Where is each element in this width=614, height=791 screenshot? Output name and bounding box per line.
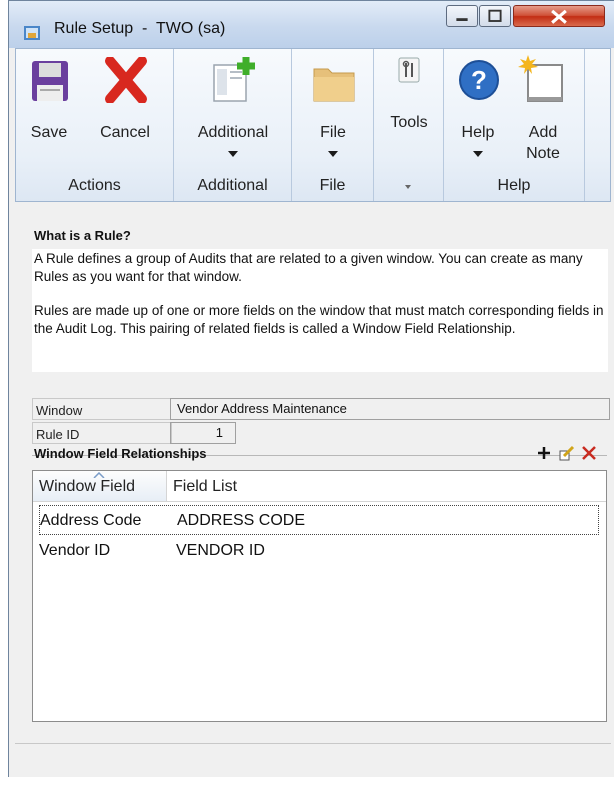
tools-label: Tools [390, 114, 428, 131]
save-button[interactable]: Save [16, 49, 82, 169]
rule-setup-window: Rule Setup - TWO (sa) Save Cancel Action… [8, 0, 614, 777]
add-note-button[interactable]: Add Note [508, 49, 578, 174]
additional-button[interactable]: Additional [174, 49, 292, 169]
ribbon-group-additional: Additional Additional [174, 49, 292, 201]
maximize-icon [488, 9, 502, 22]
cancel-label: Cancel [100, 124, 150, 141]
ribbon-group-file: File File [292, 49, 374, 201]
rule-id-label-box [32, 422, 172, 444]
additional-dropdown-arrow [228, 151, 238, 157]
info-title: What is a Rule? [34, 228, 131, 243]
edit-row-icon[interactable] [559, 445, 575, 461]
app-icon [24, 26, 40, 40]
list-header: Window Field Field List [33, 471, 606, 502]
group-label-actions: Actions [68, 177, 121, 194]
close-icon [551, 9, 567, 24]
file-dropdown-arrow [328, 151, 338, 157]
group-label-file: File [319, 177, 346, 194]
field-list-cell: ADDRESS CODE [177, 512, 306, 529]
window-title: Rule Setup - TWO (sa) [54, 20, 226, 37]
cancel-icon [105, 57, 147, 103]
ribbon-group-tools: Tools [374, 49, 444, 201]
delete-row-icon[interactable] [581, 445, 597, 461]
rule-id-field: 1 [170, 422, 236, 444]
group-label-additional: Additional [197, 177, 268, 194]
additional-window-icon [213, 57, 255, 102]
minimize-button[interactable] [446, 5, 478, 27]
relationships-list: Window Field Field List Address Code ADD… [32, 470, 607, 722]
group-label-help: Help [497, 177, 531, 194]
ribbon: Save Cancel Actions Additional Additiona… [15, 48, 611, 202]
window-value-field: Vendor Address Maintenance [170, 398, 610, 420]
close-button[interactable] [513, 5, 605, 27]
table-row[interactable]: Address Code ADDRESS CODE [39, 505, 599, 535]
info-paragraph-1: A Rule defines a group of Audits that ar… [34, 251, 583, 284]
folder-icon [313, 68, 355, 102]
column-header-field-list[interactable]: Field List [167, 471, 237, 501]
minimize-icon [456, 18, 468, 21]
svg-text:?: ? [471, 65, 487, 95]
relationships-title: Window Field Relationships [34, 446, 207, 461]
add-note-icon [518, 55, 563, 102]
save-label: Save [30, 124, 68, 141]
window-field-cell: Address Code [40, 512, 142, 529]
add-row-icon[interactable] [537, 446, 551, 460]
title-bar: Rule Setup - TWO (sa) [9, 1, 614, 48]
tools-group-dropdown-arrow[interactable] [405, 185, 411, 189]
info-paragraph-2: Rules are made up of one or more fields … [34, 303, 604, 336]
status-bar [15, 743, 611, 776]
help-button[interactable]: ? Help [448, 49, 508, 169]
additional-label: Additional [197, 124, 269, 141]
maximize-button[interactable] [479, 5, 511, 27]
file-label: File [320, 124, 346, 141]
info-panel: A Rule defines a group of Audits that ar… [32, 249, 608, 372]
table-row[interactable]: Vendor ID VENDOR ID [39, 536, 599, 566]
help-icon: ? [459, 60, 499, 100]
field-list-cell: VENDOR ID [176, 542, 265, 559]
add-note-label: Add Note [526, 124, 560, 162]
file-button[interactable]: File [292, 49, 374, 169]
sort-ascending-icon [93, 472, 105, 478]
save-icon [32, 61, 68, 101]
help-dropdown-arrow [473, 151, 483, 157]
tools-icon [398, 57, 420, 83]
content-area: What is a Rule? A Rule defines a group o… [15, 202, 611, 776]
ribbon-group-actions: Save Cancel Actions [16, 49, 174, 201]
window-label-box [32, 398, 172, 420]
window-field-cell: Vendor ID [39, 542, 111, 559]
tools-button[interactable]: Tools [374, 49, 444, 149]
help-label: Help [461, 124, 495, 141]
cancel-button[interactable]: Cancel [82, 49, 168, 169]
ribbon-group-help: ? Help Add Note Help [444, 49, 585, 201]
